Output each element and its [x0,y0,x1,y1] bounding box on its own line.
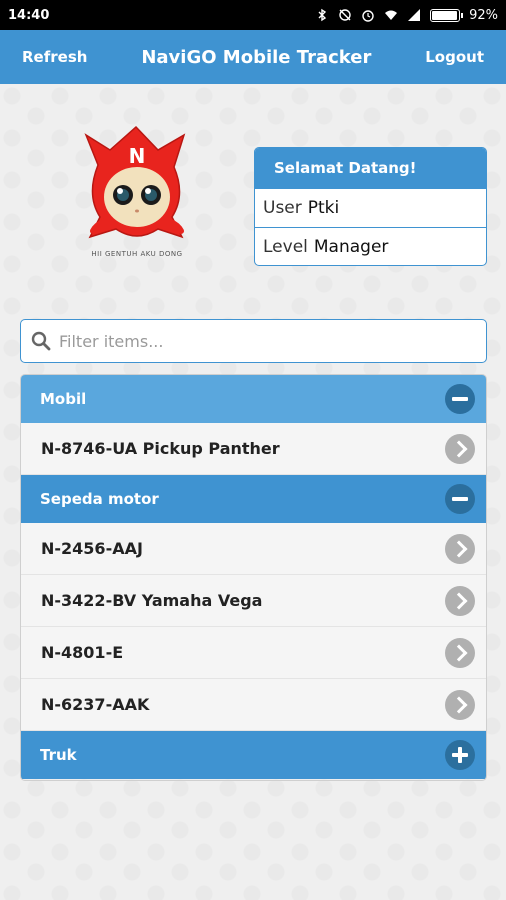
list-item[interactable]: N-6237-AAK [21,679,486,731]
logo-caption: HII GENTUH AKU DONG [91,250,183,258]
battery-percent: 92% [469,7,498,23]
refresh-button[interactable]: Refresh [22,48,87,66]
user-row: User Ptki [255,188,486,227]
chevron-right-icon[interactable] [445,433,475,464]
list-item[interactable]: N-3422-BV Yamaha Vega [21,575,486,627]
chevron-right-icon[interactable] [445,637,475,668]
alarm-icon [362,10,374,22]
wifi-icon [385,10,398,20]
item-label: N-2456-AAJ [41,539,143,558]
logout-button[interactable]: Logout [425,48,484,66]
level-label: Level [263,237,308,257]
collapse-icon[interactable] [445,384,475,414]
group-header-mobil[interactable]: Mobil [21,375,486,423]
item-label: N-4801-E [41,643,124,662]
vehicle-list: Mobil N-8746-UA Pickup Panther Sepeda mo… [20,374,487,781]
chevron-right-icon[interactable] [445,533,475,564]
level-row: Level Manager [255,227,486,265]
item-label: N-6237-AAK [41,695,150,714]
search-icon [31,331,51,351]
level-value: Manager [313,237,389,257]
sync-off-icon [339,9,351,21]
app-header: Refresh NaviGO Mobile Tracker Logout [0,30,506,84]
user-label: User [263,198,302,218]
chevron-right-icon[interactable] [445,585,475,616]
chevron-right-icon[interactable] [445,689,475,720]
group-label: Mobil [40,390,87,408]
page-title: NaviGO Mobile Tracker [141,46,372,68]
user-value: Ptki [307,198,340,218]
bluetooth-icon [318,8,327,22]
welcome-title: Selamat Datang! [255,148,486,188]
list-item[interactable]: N-8746-UA Pickup Panther [21,423,486,475]
list-item[interactable]: N-4801-E [21,627,486,679]
app-logo: N HII GENTUH AKU DONG [78,125,196,265]
collapse-icon[interactable] [445,484,475,514]
item-label: N-3422-BV Yamaha Vega [41,591,263,610]
welcome-panel: Selamat Datang! User Ptki Level Manager [254,147,487,266]
group-header-truk[interactable]: Truk [21,731,486,779]
group-header-sepeda-motor[interactable]: Sepeda motor [21,475,486,523]
signal-icon [408,9,421,21]
expand-icon[interactable] [445,740,475,770]
battery-icon [430,8,464,22]
logo-letter: N [129,144,146,168]
filter-input[interactable] [51,331,486,351]
status-bar: 14:40 92% [0,0,506,30]
mascot-logo-icon: N [84,125,186,239]
filter-box [20,319,487,363]
group-label: Sepeda motor [40,490,159,508]
list-item[interactable]: N-2456-AAJ [21,523,486,575]
item-label: N-8746-UA Pickup Panther [41,439,280,458]
group-label: Truk [40,746,77,764]
status-time: 14:40 [8,7,50,23]
